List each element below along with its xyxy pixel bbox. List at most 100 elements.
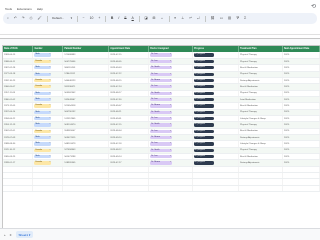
dropdown-arrow-icon[interactable]: ▾ — [50, 155, 51, 158]
dropdown-arrow-icon[interactable]: ▾ — [212, 155, 213, 158]
increase-font-size-button[interactable]: + — [98, 16, 100, 20]
menu-extensions[interactable]: Extensions — [17, 7, 32, 11]
dropdown-arrow-icon[interactable]: ▾ — [50, 142, 51, 145]
align-icon[interactable]: ≡ — [174, 16, 176, 20]
empty-cell[interactable] — [3, 185, 34, 193]
dropdown-arrow-icon[interactable]: ▾ — [50, 136, 51, 139]
progress-chip[interactable]: In progress ▾ — [194, 155, 215, 159]
empty-cell[interactable] — [282, 185, 320, 193]
dropdown-arrow-icon[interactable]: ▾ — [212, 104, 213, 107]
dropdown-arrow-icon[interactable]: ▾ — [170, 60, 171, 63]
empty-cell[interactable] — [238, 185, 283, 193]
redo-icon[interactable]: ↷ — [22, 16, 25, 20]
history-icon[interactable]: ⟲ — [311, 3, 316, 10]
undo-icon[interactable]: ↶ — [14, 16, 17, 20]
doctor-chip[interactable]: Dr. Lee ▾ — [150, 53, 173, 57]
dropdown-arrow-icon[interactable]: ▾ — [50, 85, 51, 88]
gender-chip[interactable]: Male ▾ — [34, 53, 52, 57]
borders-icon[interactable]: ⊞ — [153, 16, 156, 20]
dropdown-arrow-icon[interactable]: ▾ — [170, 161, 171, 164]
progress-chip[interactable]: In progress ▾ — [194, 91, 215, 95]
gender-chip[interactable]: Female ▾ — [34, 59, 52, 64]
dropdown-arrow-icon[interactable]: ▾ — [212, 85, 213, 88]
font-size-input[interactable]: 10 — [90, 16, 94, 20]
progress-chip[interactable]: In progress ▾ — [194, 110, 215, 114]
gender-chip[interactable]: Female ▾ — [34, 78, 52, 83]
dropdown-arrow-icon[interactable]: ▾ — [50, 111, 51, 114]
gender-chip[interactable]: Male ▾ — [34, 136, 52, 140]
dropdown-arrow-icon[interactable]: ▾ — [170, 117, 171, 120]
menu-tools[interactable]: Tools — [5, 7, 12, 11]
print-icon[interactable]: ⎙ — [30, 16, 33, 20]
progress-chip[interactable]: In progress ▾ — [194, 123, 215, 127]
progress-chip[interactable]: In progress ▾ — [194, 117, 215, 121]
strikethrough-button[interactable]: S — [124, 16, 126, 20]
gender-chip[interactable]: Male ▾ — [34, 155, 52, 159]
wrap-icon[interactable]: ↵ — [189, 16, 192, 20]
empty-cell[interactable] — [32, 185, 64, 193]
dropdown-arrow-icon[interactable]: ▾ — [50, 53, 51, 56]
rotate-icon[interactable]: ⤾ — [197, 16, 200, 20]
bold-button[interactable]: B — [111, 16, 113, 20]
font-select[interactable]: Default... ▾ — [52, 17, 72, 20]
dropdown-arrow-icon[interactable]: ▾ — [50, 104, 51, 107]
dropdown-arrow-icon[interactable]: ▾ — [50, 117, 51, 120]
progress-chip[interactable]: In progress ▾ — [194, 129, 215, 133]
doctor-chip[interactable]: Dr. Smith ▾ — [150, 110, 173, 114]
doctor-chip[interactable]: Dr. Smith ▾ — [150, 91, 173, 95]
paint-format-icon[interactable]: 🖌 — [37, 16, 41, 20]
progress-chip[interactable]: In progress ▾ — [194, 59, 215, 64]
dropdown-arrow-icon[interactable]: ▾ — [170, 123, 171, 126]
doctor-chip[interactable]: Dr. Smith ▾ — [150, 66, 173, 70]
dropdown-arrow-icon[interactable]: ▾ — [212, 123, 213, 126]
add-sheet-icon[interactable]: + — [4, 233, 6, 237]
fill-color-icon[interactable]: ◪ — [144, 16, 147, 20]
dropdown-arrow-icon[interactable]: ▾ — [170, 104, 171, 107]
empty-cell[interactable] — [192, 185, 240, 193]
dropdown-arrow-icon[interactable]: ▾ — [170, 155, 171, 158]
dropdown-arrow-icon[interactable]: ▾ — [50, 130, 51, 133]
dropdown-arrow-icon[interactable]: ▾ — [50, 66, 51, 69]
dropdown-arrow-icon[interactable]: ▾ — [212, 98, 213, 101]
gender-chip[interactable]: Male ▾ — [34, 97, 52, 102]
gender-chip[interactable]: Male ▾ — [34, 91, 52, 95]
doctor-chip[interactable]: Dr. Lee ▾ — [150, 72, 173, 76]
dropdown-arrow-icon[interactable]: ▾ — [212, 73, 213, 76]
dropdown-arrow-icon[interactable]: ▾ — [50, 161, 51, 164]
dropdown-arrow-icon[interactable]: ▾ — [50, 149, 51, 152]
dropdown-arrow-icon[interactable]: ▾ — [212, 130, 213, 133]
dropdown-arrow-icon[interactable]: ▾ — [170, 111, 171, 114]
progress-chip[interactable]: In progress ▾ — [194, 161, 215, 165]
dropdown-arrow-icon[interactable]: ▾ — [170, 66, 171, 69]
empty-cell[interactable] — [62, 185, 110, 193]
dropdown-arrow-icon[interactable]: ▾ — [212, 111, 213, 114]
progress-chip[interactable]: In progress ▾ — [194, 148, 215, 152]
doctor-chip[interactable]: Dr. Lee ▾ — [150, 59, 173, 64]
search-icon[interactable]: ⌕ — [7, 16, 9, 20]
dropdown-arrow-icon[interactable]: ▾ — [212, 66, 213, 69]
gender-chip[interactable]: Female ▾ — [34, 104, 52, 108]
menu-help[interactable]: Help — [37, 7, 43, 11]
all-sheets-icon[interactable]: ≡ — [10, 233, 12, 237]
progress-chip[interactable]: In progress ▾ — [194, 97, 215, 102]
gender-chip[interactable]: Male ▾ — [34, 117, 52, 121]
dropdown-arrow-icon[interactable]: ▾ — [170, 73, 171, 76]
gender-chip[interactable]: Male ▾ — [34, 142, 52, 146]
dropdown-arrow-icon[interactable]: ▾ — [170, 130, 171, 133]
doctor-chip[interactable]: Dr. Brown ▾ — [150, 78, 173, 83]
dropdown-arrow-icon[interactable]: ▾ — [212, 60, 213, 63]
progress-chip[interactable]: In progress ▾ — [194, 85, 215, 89]
doctor-chip[interactable]: Dr. Lee ▾ — [150, 129, 173, 133]
dropdown-arrow-icon[interactable]: ▾ — [212, 79, 213, 82]
sheet-tab[interactable]: Sheet1 ▾ — [15, 231, 34, 238]
dropdown-arrow-icon[interactable]: ▾ — [212, 161, 213, 164]
dropdown-arrow-icon[interactable]: ▾ — [212, 149, 213, 152]
doctor-chip[interactable]: Dr. Lee ▾ — [150, 155, 173, 159]
doctor-chip[interactable]: Dr. Lee ▾ — [150, 85, 173, 89]
italic-button[interactable]: I — [118, 16, 119, 20]
doctor-chip[interactable]: Dr. Smith ▾ — [150, 148, 173, 152]
merge-cells-icon[interactable]: ⇔ — [160, 16, 163, 20]
dropdown-arrow-icon[interactable]: ▾ — [50, 73, 51, 76]
dropdown-arrow-icon[interactable]: ▾ — [50, 79, 51, 82]
doctor-chip[interactable]: Dr. Lee ▾ — [150, 142, 173, 146]
